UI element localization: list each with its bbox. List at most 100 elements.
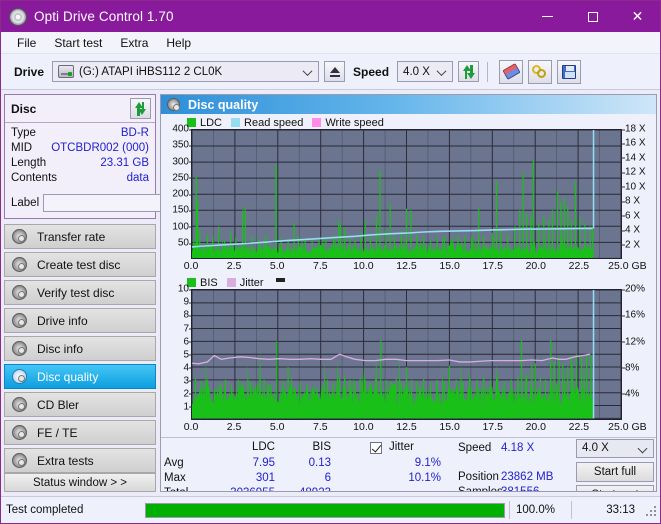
y-axis-right-bottom: 20% 16% 12% 8% 4% xyxy=(621,284,652,419)
jitter-avg-value: 9.1% xyxy=(414,456,441,469)
stats-row-avg: Avg xyxy=(164,456,184,469)
disc-refresh-button[interactable] xyxy=(130,98,151,119)
x-tick-label: 10.0 xyxy=(353,420,374,433)
sidebar-item-extra-tests[interactable]: Extra tests xyxy=(4,448,156,473)
x-tick-label: 2.5 xyxy=(226,420,242,433)
sidebar-item-cd-bler[interactable]: CD Bler xyxy=(4,392,156,417)
y-tick-label: 350 xyxy=(172,140,193,151)
minimize-button[interactable] xyxy=(525,1,570,32)
refresh-button[interactable] xyxy=(458,61,480,82)
y-tick-label: 8 X xyxy=(621,196,640,207)
x-tick-label: 25.0 GB xyxy=(608,260,647,273)
speed-select[interactable]: 4.0 X xyxy=(397,61,454,82)
ldc-max-value: 301 xyxy=(255,471,275,484)
nav-list: Transfer rate Create test disc Verify te… xyxy=(4,224,156,473)
menu-item-start-test[interactable]: Start test xyxy=(45,34,111,52)
links-button[interactable] xyxy=(528,59,553,84)
disc-icon xyxy=(12,369,27,384)
speed-select-stats-value: 4.0 X xyxy=(582,442,609,455)
menu-item-extra[interactable]: Extra xyxy=(111,34,157,52)
legend-swatch-write-speed xyxy=(312,118,322,127)
plot-area-top[interactable] xyxy=(191,129,622,260)
y-tick-label: 4 xyxy=(183,362,193,373)
sidebar-item-label: Disc quality xyxy=(37,369,99,384)
sidebar-item-drive-info[interactable]: Drive info xyxy=(4,308,156,333)
disc-quality-panel: Disc quality LDC Read speed Write speed … xyxy=(160,94,657,492)
status-message: Test completed xyxy=(6,504,84,516)
legend-label-jitter: Jitter xyxy=(239,276,264,289)
menu-item-help[interactable]: Help xyxy=(157,34,200,52)
status-window-button[interactable]: Status window > > xyxy=(4,473,156,492)
disc-icon xyxy=(12,257,27,272)
y-tick-label: 12 X xyxy=(621,167,646,178)
y-tick-label: 8 xyxy=(183,310,193,321)
start-full-button[interactable]: Start full xyxy=(576,461,654,482)
sidebar-item-transfer-rate[interactable]: Transfer rate xyxy=(4,224,156,249)
y-tick-label: 14 X xyxy=(621,152,646,163)
sidebar-item-fe-te[interactable]: FE / TE xyxy=(4,420,156,445)
main-area: Disc Type BD-R MID OTCBDR002 (000) Lengt… xyxy=(1,92,660,494)
app-window: Opti Drive Control 1.70 ✕ File Start tes… xyxy=(0,0,661,524)
speed-select-value: 4.0 X xyxy=(403,65,430,78)
samples-value: 381556 xyxy=(501,485,540,492)
resize-grip-icon[interactable] xyxy=(643,503,657,517)
legend-label-write-speed: Write speed xyxy=(325,116,384,129)
y-tick-label: 16% xyxy=(621,310,645,321)
erase-button[interactable] xyxy=(499,59,524,84)
disc-type-label: Type xyxy=(11,127,36,139)
y-tick-label: 9 xyxy=(183,297,193,308)
y-tick-label: 20% xyxy=(621,284,645,295)
x-tick-label: 0.0 xyxy=(183,420,199,433)
bis-max-value: 6 xyxy=(324,471,331,484)
drive-select[interactable]: (G:) ATAPI iHBS112 2 CL0K xyxy=(52,61,320,82)
window-title: Opti Drive Control 1.70 xyxy=(34,9,174,24)
jitter-max-value: 10.1% xyxy=(408,471,441,484)
start-part-button[interactable]: Start part xyxy=(576,484,654,491)
chart-block-top: LDC Read speed Write speed 400 350 300 250 2… xyxy=(161,114,656,274)
position-value: 23862 MB xyxy=(501,470,554,483)
x-tick-label: 15.0 xyxy=(439,420,460,433)
sidebar-item-create-test-disc[interactable]: Create test disc xyxy=(4,252,156,277)
y-tick-label: 8% xyxy=(621,362,639,373)
y-tick-label: 4 X xyxy=(621,225,640,236)
sidebar: Disc Type BD-R MID OTCBDR002 (000) Lengt… xyxy=(1,92,252,494)
x-tick-label: 20.0 xyxy=(525,420,547,433)
y-axis-left-top: 400 350 300 250 200 150 100 50 xyxy=(165,124,193,259)
sidebar-item-label: Verify test disc xyxy=(37,285,115,300)
disc-icon xyxy=(12,313,27,328)
speed-select-stats[interactable]: 4.0 X xyxy=(576,438,654,458)
plot-area-bottom[interactable] xyxy=(191,289,622,420)
disc-length-label: Length xyxy=(11,157,47,169)
close-button[interactable]: ✕ xyxy=(615,1,660,32)
stats-col-bis: BIS xyxy=(312,440,331,453)
refresh-icon xyxy=(134,102,147,116)
jitter-checkbox[interactable] xyxy=(370,441,382,454)
menu-bar: File Start test Extra Help xyxy=(1,32,660,54)
sidebar-item-disc-info[interactable]: Disc info xyxy=(4,336,156,361)
panel-header: Disc quality xyxy=(161,95,656,114)
sidebar-item-label: Extra tests xyxy=(37,453,94,468)
chain-icon xyxy=(532,64,548,79)
y-tick-label: 2 X xyxy=(621,239,640,250)
chevron-down-icon xyxy=(438,66,447,75)
title-bar: Opti Drive Control 1.70 ✕ xyxy=(1,1,660,32)
drive-label: Drive xyxy=(14,64,45,79)
sidebar-item-label: FE / TE xyxy=(37,425,78,440)
x-tick-label: 7.5 xyxy=(312,420,328,433)
x-tick-label: 10.0 xyxy=(353,260,374,273)
menu-item-file[interactable]: File xyxy=(8,34,45,52)
drive-icon xyxy=(58,65,75,78)
legend-bottom: BIS Jitter xyxy=(165,276,652,289)
sidebar-item-verify-test-disc[interactable]: Verify test disc xyxy=(4,280,156,305)
x-tick-label: 15.0 xyxy=(439,260,460,273)
sidebar-item-disc-quality[interactable]: Disc quality xyxy=(4,364,156,389)
save-button[interactable] xyxy=(557,59,582,84)
y-tick-label: 4% xyxy=(621,388,639,399)
floppy-disk-icon xyxy=(562,64,577,79)
legend-swatch-jitter xyxy=(226,278,236,288)
disc-icon xyxy=(12,425,27,440)
maximize-button[interactable] xyxy=(570,1,615,32)
disc-icon xyxy=(12,453,27,468)
y-tick-label: 1 xyxy=(183,401,193,412)
eject-button[interactable] xyxy=(324,61,346,82)
